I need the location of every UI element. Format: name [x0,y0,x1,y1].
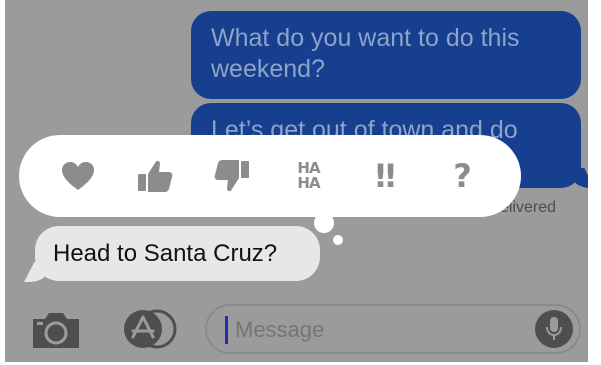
haha-icon: HA HA [297,159,320,192]
heart-reaction-button[interactable] [50,148,106,204]
message-text: Head to Santa Cruz? [53,240,278,267]
message-input[interactable] [233,306,525,354]
message-text: What do you want to do this weekend? [211,24,520,83]
app-store-icon [124,309,177,349]
exclamation-reaction-button[interactable]: ‼ [358,148,414,204]
bubble-tail [570,168,588,188]
question-reaction-button[interactable]: ? [435,148,491,204]
compose-toolbar [5,296,588,362]
question-icon: ? [453,157,472,195]
message-input-field[interactable] [205,304,581,354]
tapback-pointer-dot [333,235,343,245]
tapback-reaction-bar: HA HA ‼ ? [19,135,521,217]
text-cursor [225,316,228,344]
exclamation-icon: ‼ [375,157,396,195]
camera-icon [33,313,79,348]
thumbs-down-icon [214,160,249,192]
thumbs-up-icon [137,160,172,192]
outgoing-message-bubble[interactable]: What do you want to do this weekend? [191,11,581,99]
incoming-message-bubble[interactable]: Head to Santa Cruz? [35,226,320,281]
thumbs-up-reaction-button[interactable] [127,148,183,204]
thumbs-down-reaction-button[interactable] [204,148,260,204]
haha-reaction-button[interactable]: HA HA [281,148,337,204]
heart-icon [61,162,94,190]
app-store-button[interactable] [119,309,177,349]
camera-button[interactable] [31,310,81,355]
messages-screen: What do you want to do this weekend? Let… [5,0,588,362]
microphone-icon [546,317,562,340]
microphone-button[interactable] [535,310,573,348]
